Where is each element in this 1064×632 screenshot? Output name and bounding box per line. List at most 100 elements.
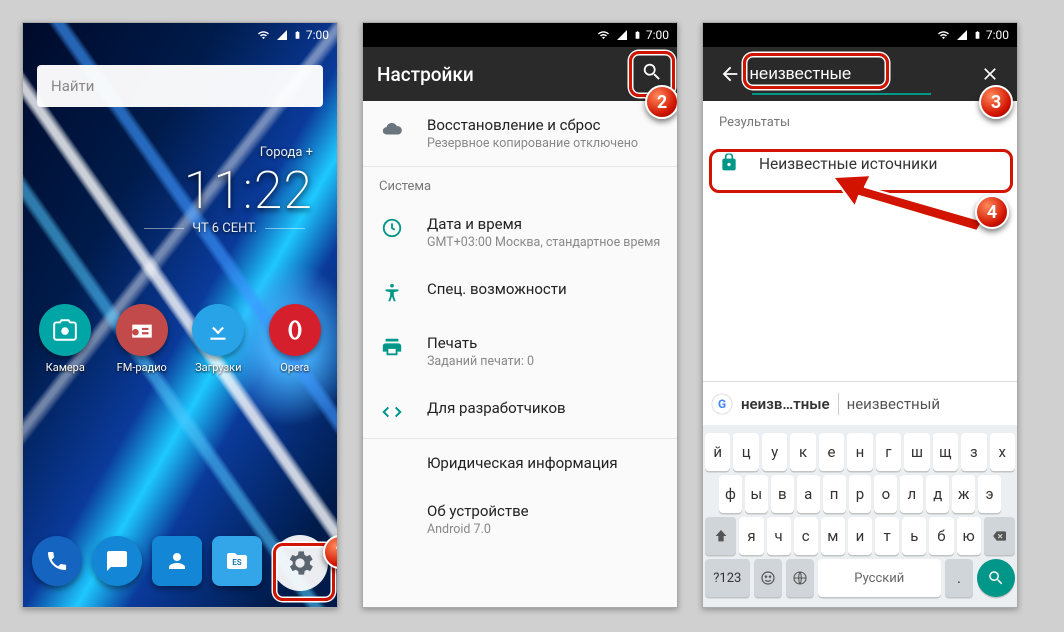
- dock-messages-icon[interactable]: [92, 536, 142, 586]
- home-content: Найти Города + 11:22 ЧТ 6 СЕНТ. Камера F…: [23, 23, 337, 607]
- key[interactable]: ш: [904, 433, 929, 471]
- setting-datetime[interactable]: Дата и время GMT+03:00 Москва, стандартно…: [363, 200, 677, 265]
- key[interactable]: о: [874, 475, 897, 513]
- key[interactable]: я: [739, 517, 763, 555]
- suggestion-2[interactable]: неизвестный: [847, 395, 940, 413]
- key[interactable]: щ: [933, 433, 958, 471]
- suggestion-1[interactable]: неизв…тные: [741, 395, 830, 413]
- svg-text:G: G: [718, 397, 726, 411]
- dock-contacts-icon[interactable]: [152, 536, 202, 586]
- key[interactable]: й: [705, 433, 730, 471]
- results-label: Результаты: [703, 101, 1017, 138]
- key[interactable]: м: [821, 517, 845, 555]
- google-icon[interactable]: G: [711, 393, 733, 415]
- key[interactable]: ч: [767, 517, 791, 555]
- key[interactable]: ц: [733, 433, 758, 471]
- period-key[interactable]: .: [945, 559, 973, 597]
- app-row: Камера FM-радио Загрузки Opera: [27, 304, 333, 374]
- shift-key[interactable]: [705, 517, 736, 555]
- setting-subtitle: Резервное копирование отключено: [427, 136, 661, 151]
- key[interactable]: х: [990, 433, 1015, 471]
- battery-icon: [293, 28, 302, 42]
- app-label: Opera: [280, 361, 309, 374]
- setting-subtitle: Android 7.0: [427, 522, 661, 537]
- key[interactable]: в: [771, 475, 794, 513]
- settings-list[interactable]: Восстановление и сброс Резервное копирова…: [363, 101, 677, 607]
- key[interactable]: а: [797, 475, 820, 513]
- globe-key[interactable]: [786, 559, 814, 597]
- key[interactable]: ю: [957, 517, 981, 555]
- callout-badge-4: 4: [975, 195, 1009, 229]
- setting-accessibility[interactable]: Спец. возможности: [363, 265, 677, 319]
- search-widget[interactable]: Найти: [37, 65, 323, 107]
- emoji-key[interactable]: [754, 559, 782, 597]
- key[interactable]: э: [978, 475, 1001, 513]
- setting-title: Спец. возможности: [427, 280, 661, 298]
- cloud-icon: [379, 116, 405, 140]
- signal-icon: [955, 29, 969, 41]
- search-placeholder: Найти: [51, 77, 94, 95]
- key[interactable]: ь: [902, 517, 926, 555]
- signal-icon: [275, 29, 289, 41]
- key[interactable]: ы: [745, 475, 768, 513]
- setting-title: Дата и время: [427, 215, 661, 233]
- key[interactable]: е: [819, 433, 844, 471]
- key[interactable]: т: [875, 517, 899, 555]
- svg-text:ES: ES: [232, 558, 242, 567]
- callout-badge-3: 3: [979, 85, 1013, 119]
- battery-icon: [633, 28, 642, 42]
- key-row-4: ?123 Русский .: [705, 559, 1015, 597]
- key[interactable]: л: [900, 475, 923, 513]
- setting-print[interactable]: ПечатьЗаданий печати: 0: [363, 319, 677, 384]
- app-downloads[interactable]: Загрузки: [183, 304, 253, 374]
- key[interactable]: р: [849, 475, 872, 513]
- key[interactable]: н: [847, 433, 872, 471]
- setting-developer[interactable]: Для разработчиков: [363, 384, 677, 438]
- backspace-key[interactable]: [984, 517, 1015, 555]
- setting-subtitle: GMT+03:00 Москва, стандартное время: [427, 235, 661, 250]
- phone-home: 7:00 Найти Города + 11:22 ЧТ 6 СЕНТ. Кам…: [22, 22, 338, 608]
- dock-phone-icon[interactable]: [32, 536, 82, 586]
- setting-title: Восстановление и сброс: [427, 116, 661, 134]
- app-opera[interactable]: Opera: [260, 304, 330, 374]
- clock-icon: [379, 215, 405, 239]
- phone-search: 7:00 Результаты Неизвестные источники G …: [702, 22, 1018, 608]
- clock-widget[interactable]: Города + 11:22 ЧТ 6 СЕНТ.: [23, 145, 313, 236]
- space-key[interactable]: Русский: [818, 559, 941, 597]
- key[interactable]: с: [794, 517, 818, 555]
- app-camera[interactable]: Камера: [30, 304, 100, 374]
- setting-title: Печать: [427, 334, 661, 352]
- clock-date: ЧТ 6 СЕНТ.: [23, 221, 313, 236]
- suggestion-separator: [838, 393, 839, 415]
- setting-title: Об устройстве: [427, 502, 661, 520]
- wifi-icon: [936, 29, 951, 41]
- clear-button[interactable]: [971, 64, 1010, 84]
- symbols-key[interactable]: ?123: [705, 559, 750, 597]
- key[interactable]: д: [926, 475, 949, 513]
- key[interactable]: ф: [719, 475, 742, 513]
- callout-box-3: [743, 53, 889, 89]
- search-key[interactable]: [977, 559, 1015, 597]
- status-bar: 7:00: [363, 23, 677, 47]
- key[interactable]: г: [876, 433, 901, 471]
- key[interactable]: б: [929, 517, 953, 555]
- key[interactable]: п: [823, 475, 846, 513]
- download-icon: [192, 304, 244, 356]
- app-fmradio[interactable]: FM-радио: [107, 304, 177, 374]
- app-label: FM-радио: [117, 361, 167, 374]
- blank-icon: [379, 502, 405, 504]
- key[interactable]: у: [762, 433, 787, 471]
- key[interactable]: ж: [952, 475, 975, 513]
- key[interactable]: к: [790, 433, 815, 471]
- key[interactable]: з: [961, 433, 986, 471]
- setting-legal[interactable]: Юридическая информация: [363, 439, 677, 487]
- blank-icon: [379, 454, 405, 456]
- key[interactable]: и: [848, 517, 872, 555]
- setting-title: Для разработчиков: [427, 399, 661, 417]
- status-time: 7:00: [306, 28, 329, 42]
- dock-files-icon[interactable]: ES: [212, 536, 262, 586]
- setting-about[interactable]: Об устройстве Android 7.0: [363, 487, 677, 552]
- settings-title: Настройки: [377, 63, 474, 86]
- setting-backup-reset[interactable]: Восстановление и сброс Резервное копирова…: [363, 101, 677, 166]
- phone-settings: 7:00 Настройки Восстановление и сброс Рез…: [362, 22, 678, 608]
